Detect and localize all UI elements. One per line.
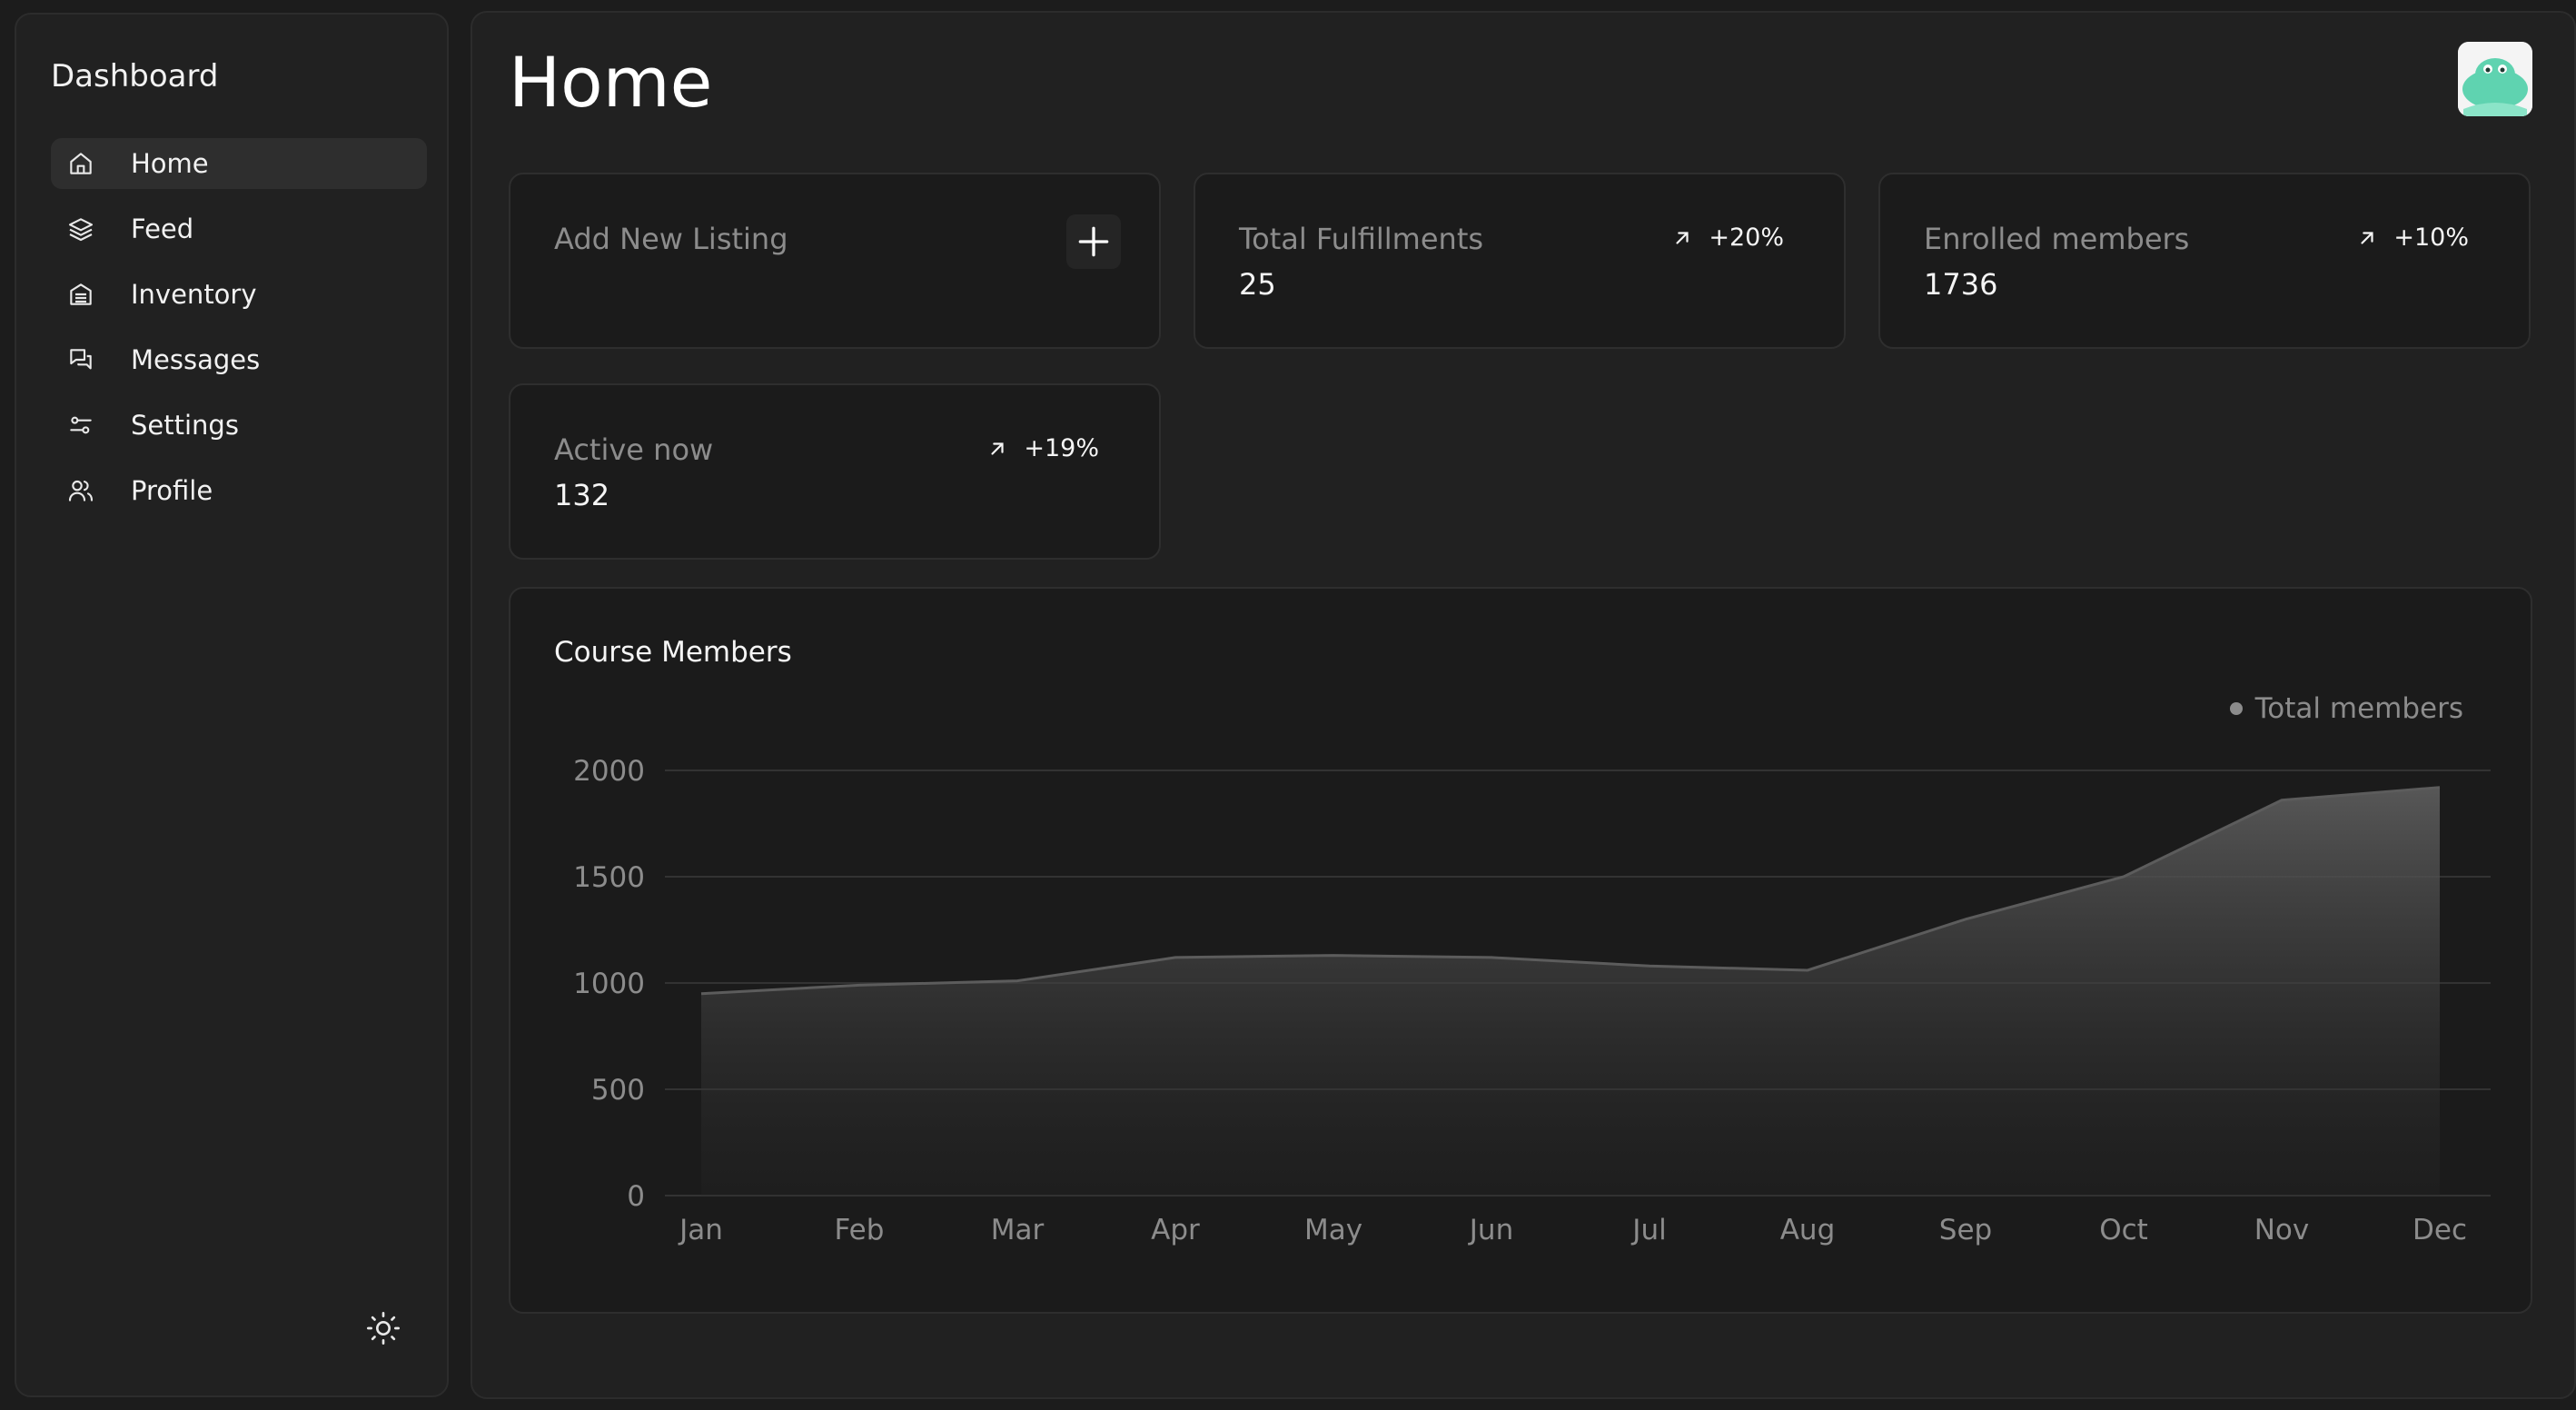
x-tick-label: Oct [2099,1214,2148,1246]
x-tick-label: Feb [835,1214,885,1246]
sidebar-item-profile[interactable]: Profile [51,465,427,516]
y-tick-label: 0 [627,1180,645,1213]
users-icon [65,475,96,506]
main-content: Home Add New Listing Total Fulfillments … [471,11,2576,1399]
settings-sliders-icon [65,410,96,441]
fulfillments-card: Total Fulfillments +20% 25 [1194,173,1846,349]
sidebar-brand: Dashboard [51,58,219,94]
x-tick-label: Aug [1780,1214,1836,1246]
sidebar-item-settings[interactable]: Settings [51,400,427,451]
active-now-value: 132 [554,478,610,512]
x-tick-label: Dec [2413,1214,2467,1246]
page-title: Home [509,42,713,123]
x-tick-label: Sep [1939,1214,1992,1246]
active-now-trend-value: +19% [1024,434,1099,462]
sidebar-item-home[interactable]: Home [51,138,427,189]
x-tick-label: Nov [2254,1214,2310,1246]
x-tick-label: Apr [1151,1214,1200,1246]
sidebar-item-label: Messages [131,344,261,375]
fulfillments-label: Total Fulfillments [1239,222,1484,256]
enrolled-trend-value: +10% [2393,223,2469,252]
add-listing-button[interactable] [1066,214,1121,269]
x-tick-label: Mar [991,1214,1045,1246]
x-tick-label: Jan [678,1214,723,1246]
y-tick-label: 500 [591,1074,645,1107]
home-icon [65,148,96,179]
y-tick-label: 2000 [573,755,645,788]
arrow-up-right-icon [2361,231,2373,244]
sidebar-item-feed[interactable]: Feed [51,204,427,254]
frog-avatar-icon [2458,42,2532,116]
plus-icon [1078,226,1109,257]
x-tick-label: Jul [1630,1214,1666,1246]
theme-toggle-button[interactable] [358,1303,409,1354]
x-tick-label: Jun [1468,1214,1513,1246]
sidebar-item-inventory[interactable]: Inventory [51,269,427,320]
y-tick-label: 1500 [573,861,645,894]
course-members-chart: 0 500 1000 1500 2000 Jan Feb Mar Apr May Jun Jul Aug… [573,755,2491,1246]
fulfillments-trend-value: +20% [1709,223,1784,252]
messages-icon [65,344,96,375]
active-now-card: Active now +19% 132 [509,383,1161,560]
course-members-chart-card: Course Members Total members 0 500 1000 150… [509,587,2532,1314]
sidebar-nav: Home Feed Inventory Messages Settings Pr… [51,138,427,531]
avatar[interactable] [2458,42,2532,116]
sidebar-item-label: Profile [131,475,213,506]
sidebar-item-messages[interactable]: Messages [51,334,427,385]
enrolled-label: Enrolled members [1924,222,2190,256]
sun-icon [367,1312,400,1345]
active-now-trend: +19% [987,434,1099,462]
active-now-label: Active now [554,432,714,467]
sidebar-item-label: Inventory [131,279,257,310]
add-listing-card[interactable]: Add New Listing [509,173,1161,349]
enrolled-card: Enrolled members +10% 1736 [1878,173,2531,349]
sidebar-item-label: Feed [131,213,194,244]
enrolled-value: 1736 [1924,267,1998,302]
sidebar-item-label: Settings [131,410,239,441]
arrow-up-right-icon [991,442,1004,455]
sidebar: Dashboard Home Feed Inventory Messages S… [15,13,449,1397]
enrolled-trend: +10% [2357,223,2469,252]
y-tick-label: 1000 [573,968,645,1000]
arrow-up-right-icon [1676,231,1689,244]
fulfillments-trend: +20% [1672,223,1784,252]
sidebar-item-label: Home [131,148,209,179]
layers-icon [65,213,96,244]
inventory-icon [65,279,96,310]
fulfillments-value: 25 [1239,267,1276,302]
x-tick-label: May [1304,1214,1362,1246]
add-listing-label: Add New Listing [554,222,788,256]
